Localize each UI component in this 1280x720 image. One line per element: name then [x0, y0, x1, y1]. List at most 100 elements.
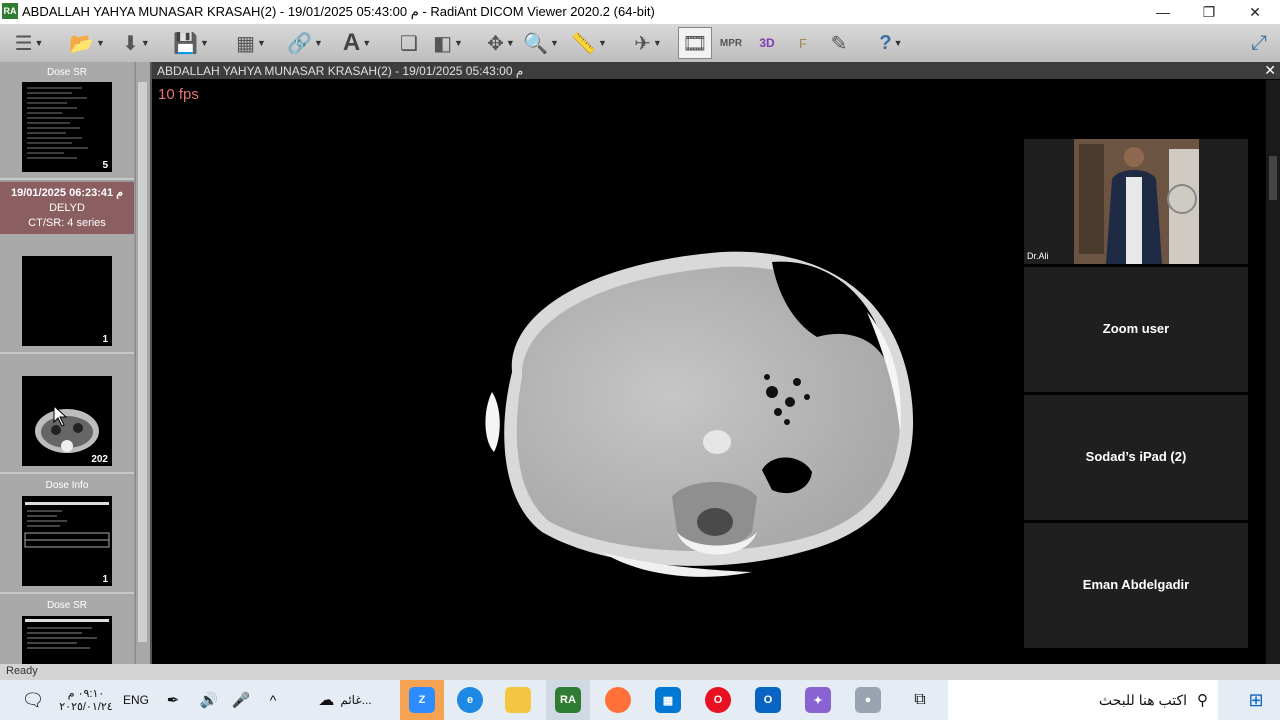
mpr-button[interactable]: MPR	[716, 27, 746, 59]
series-label: Dose SR	[46, 600, 87, 611]
cine-button[interactable]: 🎞	[678, 27, 712, 59]
fusion-button[interactable]: F	[788, 27, 818, 59]
taskbar-app-outlook[interactable]: O	[748, 680, 788, 720]
close-window-button[interactable]: ✕	[1232, 0, 1278, 24]
series-item[interactable]: Dose Info 1	[0, 474, 134, 594]
status-text: Ready	[6, 665, 38, 677]
help-button[interactable]: ? ▼	[868, 27, 914, 59]
participant-tile[interactable]: Zoom user	[1024, 267, 1248, 392]
open-button[interactable]: 📂 ▼	[64, 27, 110, 59]
series-item[interactable]: Dose SR 5	[0, 62, 134, 180]
weather-widget[interactable]: ☁ غائم...	[300, 680, 390, 720]
series-thumbnail	[22, 256, 112, 346]
minimize-button[interactable]: —	[1140, 0, 1186, 24]
series-image-count: 5	[102, 160, 108, 171]
clock[interactable]: ٠٩:١٠ م ٢٠٢٥/٠١/٢٤	[56, 680, 116, 720]
3d-button[interactable]: 3D	[752, 27, 782, 59]
report-text-image	[25, 619, 109, 649]
series-label: Dose SR	[46, 67, 87, 78]
taskbar-app-copilot[interactable]: ✦	[798, 680, 838, 720]
volume-icon[interactable]: 🔊	[196, 680, 222, 720]
participant-video	[1074, 139, 1199, 264]
tools-icon: ✎	[830, 32, 848, 55]
series-item[interactable]: Dose SR	[0, 594, 134, 664]
window-level-icon: ◧	[433, 32, 452, 55]
window-title: ABDALLAH YAHYA MUNASAR KRASAH(2) - 19/01…	[22, 4, 655, 19]
help-icon: ?	[879, 31, 892, 54]
frame-rate-indicator: 10 fps	[158, 86, 199, 103]
folder-icon	[505, 687, 531, 713]
fullscreen-button[interactable]: ⤢	[1242, 27, 1276, 59]
app-icon: ●	[855, 687, 881, 713]
task-view-icon[interactable]: ⧉	[900, 680, 940, 720]
restore-button[interactable]: ❐	[1186, 0, 1232, 24]
taskbar-app-store[interactable]: ▦	[648, 680, 688, 720]
firefox-icon	[605, 687, 631, 713]
study-patient: DELYD	[49, 202, 85, 214]
notifications-icon[interactable]: 🗨	[16, 680, 50, 720]
participant-video-image	[1074, 139, 1199, 264]
microphone-icon[interactable]: 🎤	[228, 680, 254, 720]
taskbar-app-firefox[interactable]	[598, 680, 638, 720]
report-text-image	[27, 87, 88, 159]
series-item[interactable]: 202	[0, 354, 134, 474]
menu-button[interactable]: ☰ ▼	[6, 27, 52, 59]
study-header[interactable]: 19/01/2025 06:23:41 م DELYD CT/SR: 4 ser…	[0, 182, 134, 234]
viewport-scrollbar[interactable]	[1266, 80, 1280, 664]
series-panel-scrollbar[interactable]	[135, 62, 150, 664]
title-bar: RA ABDALLAH YAHYA MUNASAR KRASAH(2) - 19…	[0, 0, 1280, 24]
series-button[interactable]: ❏	[394, 27, 424, 59]
main-toolbar: ☰ ▼ 📂 ▼ ⬇ ▼ 💾 ▼ ▦ ▼ 🔗 ▼ A ▼ ❏ ◧ ▼ ✥ ▼ 🔍 ▼ 📏 ▼ ✈ ▼ 🎞 …	[0, 24, 1280, 63]
participant-name: Eman Abdelgadir	[1082, 577, 1190, 592]
layout-button[interactable]: ▦ ▼	[228, 27, 274, 59]
study-datetime: 19/01/2025 06:23:41 م	[10, 187, 123, 199]
viewport-title: ABDALLAH YAHYA MUNASAR KRASAH(2) - 19/01…	[157, 64, 524, 78]
series-item[interactable]: 1	[0, 234, 134, 354]
clock-date: ٢٠٢٥/٠١/٢٤	[59, 701, 113, 713]
measure-button[interactable]: 📏 ▼	[566, 27, 612, 59]
annotation-text-icon: A	[342, 29, 361, 56]
taskbar-app-misc[interactable]: ●	[848, 680, 888, 720]
cine-icon: 🎞	[682, 32, 708, 55]
text-annotation-button[interactable]: A ▼	[334, 27, 380, 59]
link-button[interactable]: 🔗 ▼	[282, 27, 328, 59]
link-icon: 🔗	[287, 32, 312, 55]
show-hidden-icons-chevron-icon[interactable]: ^	[262, 680, 284, 720]
taskbar-app-explorer[interactable]	[498, 680, 538, 720]
clock-time: ٠٩:١٠ م	[67, 688, 105, 700]
open-folder-icon: 📂	[69, 32, 94, 55]
window-level-button[interactable]: ◧ ▼	[428, 27, 468, 59]
participant-caption: Dr.Ali	[1027, 251, 1049, 261]
tools-button[interactable]: ✎	[824, 27, 854, 59]
mpr-icon: MPR	[719, 37, 743, 49]
search-box[interactable]: اكتب هنا للبحث ⚲	[948, 680, 1218, 720]
taskbar-app-zoom[interactable]: Z	[400, 680, 444, 720]
taskbar-app-opera[interactable]: O	[698, 680, 738, 720]
participant-name: Zoom user	[1102, 321, 1170, 336]
taskbar-app-radiant[interactable]: RA	[546, 680, 590, 720]
close-viewport-button[interactable]: ✕	[1264, 62, 1276, 79]
zoom-participants-panel: Dr.Ali Zoom user Sodad’s iPad (2) Eman A…	[1024, 139, 1248, 649]
store-icon: ▦	[655, 687, 681, 713]
weather-text: غائم...	[340, 693, 372, 707]
participant-tile[interactable]: Sodad’s iPad (2)	[1024, 395, 1248, 520]
download-button[interactable]: ⬇ ▼	[118, 27, 154, 59]
pen-icon[interactable]: ✒	[160, 680, 186, 720]
ct-thumbnail-image	[35, 404, 99, 453]
participant-tile[interactable]: Eman Abdelgadir	[1024, 523, 1248, 648]
save-button[interactable]: 💾 ▼	[168, 27, 214, 59]
layout-grid-icon: ▦	[236, 32, 255, 55]
zoom-button[interactable]: 🔍 ▼	[518, 27, 564, 59]
participant-tile[interactable]: Dr.Ali	[1024, 139, 1248, 264]
crosshair-icon: ✈	[634, 32, 651, 55]
series-thumbnail	[22, 82, 112, 172]
crosshair-button[interactable]: ✈ ▼	[628, 27, 668, 59]
edge-icon: e	[457, 687, 483, 713]
save-icon: 💾	[173, 32, 198, 55]
language-indicator[interactable]: ENG	[118, 680, 154, 720]
windows-start-icon[interactable]: ⊞	[1236, 680, 1276, 720]
series-thumbnail	[22, 376, 112, 466]
series-image-count: 1	[102, 574, 108, 585]
taskbar-app-edge[interactable]: e	[450, 680, 490, 720]
3d-icon: 3D	[759, 36, 775, 50]
